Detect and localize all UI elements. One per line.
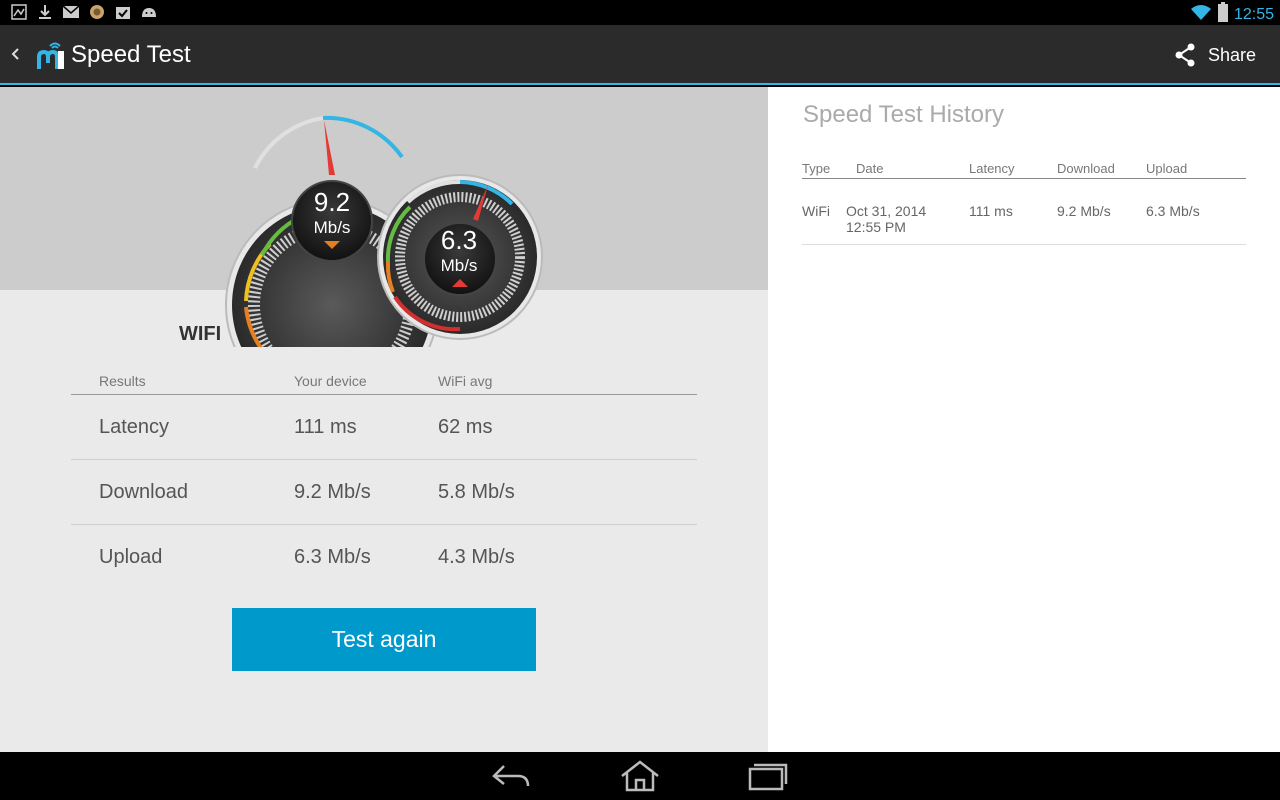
upload-speed-unit: Mb/s [441,256,478,275]
home-button[interactable] [618,760,662,792]
result-label: Latency [99,415,170,438]
share-label: Share [1207,44,1256,65]
history-date-day: Oct 31, 2014 [846,203,927,219]
app-icon [88,3,106,21]
system-status: 12:55 [1190,2,1274,27]
results-pane: 9.2 Mb/s 6.3 Mb/s WIFI Results Your devi… [0,87,768,752]
column-header-date: Date [856,161,884,176]
wifi-icon [1190,3,1212,26]
gallery-icon [10,3,28,21]
clock: 12:55 [1233,5,1274,23]
share-button[interactable]: Share [1174,39,1256,71]
test-again-button[interactable]: Test again [232,608,536,671]
column-header-your-device: Your device [294,373,367,389]
results-header: Results Your device WiFi avg [71,373,697,395]
back-icon [492,765,530,787]
upload-gauge: 6.3 Mb/s [377,174,543,340]
history-latency: 111 ms [969,203,1013,219]
page-title: Speed Test [71,41,191,68]
android-icon [140,3,158,21]
recent-apps-button[interactable] [746,760,790,792]
action-bar: Speed Test Share [0,25,1280,85]
upload-speed-value: 6.3 [441,225,477,255]
up-navigation-button[interactable] [8,41,26,67]
result-avg-value: 4.3 Mb/s [438,546,515,568]
history-download: 9.2 Mb/s [1057,203,1111,219]
table-row: Upload 6.3 Mb/s 4.3 Mb/s [71,525,697,590]
result-label: Download [99,480,188,503]
home-icon [621,760,659,792]
back-button[interactable] [490,760,534,792]
result-avg-value: 62 ms [438,415,493,438]
app-logo-icon[interactable] [36,39,66,71]
history-upload: 6.3 Mb/s [1146,203,1200,219]
network-type-label: WIFI [179,323,222,345]
table-row: Download 9.2 Mb/s 5.8 Mb/s [71,460,697,525]
history-type: WiFi [802,203,830,219]
history-date-time: 12:55 PM [846,219,906,235]
history-date: Oct 31, 2014 12:55 PM [846,203,969,244]
download-icon [36,3,54,21]
speed-gauges: 9.2 Mb/s 6.3 Mb/s [225,115,543,347]
column-header-type: Type [802,161,831,176]
history-title: Speed Test History [803,101,1004,128]
chevron-left-icon [11,48,19,60]
result-device-value: 111 ms [294,415,357,438]
result-avg-value: 5.8 Mb/s [438,480,515,503]
table-row: Latency 111 ms 62 ms [71,395,697,460]
column-header-download: Download [1057,161,1115,176]
history-pane: Speed Test History Type Date Latency Dow… [768,87,1280,752]
battery-icon [1217,2,1228,27]
status-bar: 12:55 [0,0,1280,25]
download-speed-value: 9.2 [314,187,350,217]
task-icon [114,3,132,21]
column-header-results: Results [99,373,146,389]
gmail-icon [62,3,80,21]
recent-apps-icon [748,763,788,791]
history-header: Type Date Latency Download Upload [802,161,1246,179]
results-table: Results Your device WiFi avg Latency 111… [71,373,697,590]
column-header-wifi-avg: WiFi avg [438,373,493,389]
history-row[interactable]: WiFi Oct 31, 2014 12:55 PM 111 ms 9.2 Mb… [802,179,1246,245]
notification-icons [10,3,158,21]
history-table: Type Date Latency Download Upload WiFi O… [802,161,1246,245]
column-header-latency: Latency [969,161,1015,176]
navigation-bar [0,752,1280,800]
result-device-value: 9.2 Mb/s [294,480,371,503]
download-speed-unit: Mb/s [314,218,351,237]
result-device-value: 6.3 Mb/s [294,546,371,568]
column-header-upload: Upload [1146,161,1188,176]
share-icon [1175,43,1195,67]
result-label: Upload [99,546,163,568]
